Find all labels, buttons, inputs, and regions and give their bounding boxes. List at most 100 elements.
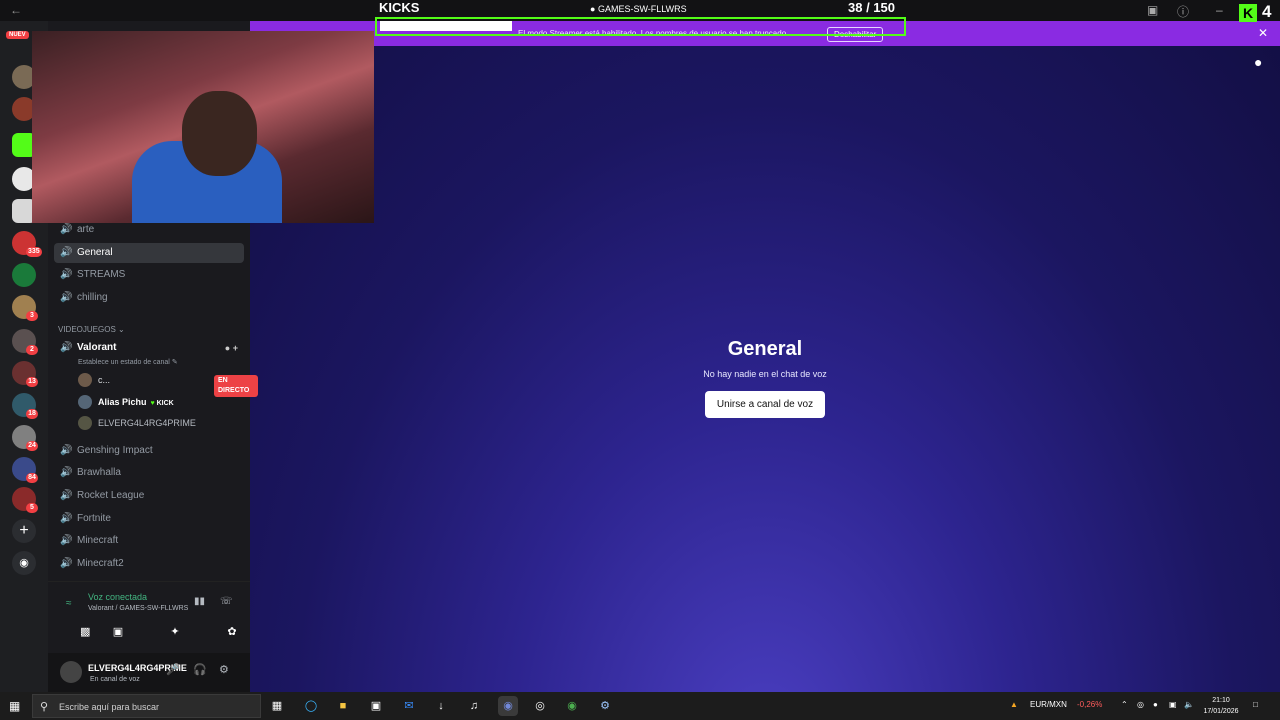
minimize-icon[interactable]: – bbox=[1216, 3, 1223, 17]
kicks-channel-label: GAMES-SW-FLLWRS bbox=[597, 4, 687, 14]
headphones-icon[interactable]: 🎧 bbox=[193, 663, 207, 676]
chat-bubble-icon[interactable]: ● bbox=[1254, 54, 1270, 70]
file-explorer-icon[interactable]: ■ bbox=[333, 696, 353, 716]
voice-channel-item[interactable]: 🔊 Rocket League bbox=[54, 486, 244, 506]
channel-name: Genshing Impact bbox=[77, 445, 153, 456]
avatar[interactable] bbox=[60, 661, 82, 683]
voice-user[interactable]: Alias Pichu ♥ KICK bbox=[78, 393, 174, 411]
task-view-icon[interactable]: ▦ bbox=[267, 696, 287, 716]
microphone-icon[interactable]: 🎤 bbox=[166, 663, 180, 676]
channel-name: STREAMS bbox=[77, 269, 126, 280]
voice-channel-title: General bbox=[727, 338, 803, 360]
soundboard-icon: ✿ bbox=[227, 626, 237, 638]
noise-suppression-icon[interactable]: ▮▮ bbox=[194, 596, 205, 607]
speaker-icon: 🔊 bbox=[60, 558, 73, 569]
screen-share-button[interactable]: ▣ bbox=[96, 620, 140, 644]
channel-status-text: Establece un estado de canal bbox=[78, 359, 170, 366]
avatar bbox=[78, 395, 92, 409]
voice-connected-panel: ≈ Voz conectada Valorant / GAMES-SW-FLLW… bbox=[48, 581, 250, 653]
voice-channel-item[interactable]: 🔊 Minecraft2 bbox=[54, 554, 244, 574]
edge-icon[interactable]: ◯ bbox=[301, 696, 321, 716]
speaker-icon: 🔊 bbox=[60, 247, 73, 258]
activities-button[interactable]: ✦ bbox=[153, 620, 197, 644]
webcam-person-head bbox=[182, 91, 257, 176]
signal-icon[interactable]: ≈ bbox=[66, 598, 72, 609]
back-arrow-icon[interactable]: ← bbox=[10, 3, 22, 17]
heart-icon: ♥ bbox=[150, 400, 155, 407]
voice-user[interactable]: ELVERG4L4RG4PRIME bbox=[78, 414, 196, 432]
chevron-up-icon[interactable]: ⌃ bbox=[1121, 700, 1128, 709]
join-voice-button[interactable]: Unirse a canal de voz bbox=[704, 391, 826, 418]
clock-time: 21:10 bbox=[1212, 697, 1230, 704]
inbox-icon[interactable]: ▣ bbox=[1147, 3, 1158, 17]
currency-change: -0,26% bbox=[1077, 700, 1103, 709]
chrome-icon[interactable]: ◉ bbox=[562, 696, 582, 716]
kick-tag-label: KICK bbox=[156, 400, 174, 407]
speaker-icon: 🔊 bbox=[60, 342, 73, 353]
voice-channel-item[interactable]: 🔊 Minecraft bbox=[54, 531, 244, 551]
help-icon[interactable]: ⓘ bbox=[1177, 3, 1189, 20]
voice-connected-subtitle[interactable]: Valorant / GAMES-SW-FLLWRS bbox=[88, 605, 188, 612]
speaker-icon: 🔊 bbox=[60, 467, 73, 478]
channel-name: chilling bbox=[77, 292, 108, 303]
windows-taskbar: ▦ ⚲ Escribe aquí para buscar ▦ ◯ ■ ▣ ✉ ↓… bbox=[0, 692, 1280, 720]
tiktok-icon[interactable]: ♫ bbox=[464, 696, 484, 716]
voice-channel-item[interactable]: 🔊 Valorant ● + bbox=[54, 338, 244, 358]
user-name: c... bbox=[98, 375, 111, 385]
add-server-icon[interactable]: + bbox=[12, 519, 36, 543]
downloader-icon[interactable]: ↓ bbox=[431, 696, 451, 716]
category-header[interactable]: VIDEOJUEGOS ⌄ bbox=[58, 325, 125, 334]
speaker-icon: 🔊 bbox=[60, 513, 73, 524]
voice-user[interactable]: c... EN DIRECTO bbox=[78, 371, 258, 397]
gear-icon[interactable]: ⚙ bbox=[219, 663, 229, 676]
mention-badge: 3 bbox=[26, 311, 38, 321]
mention-badge: 2 bbox=[26, 345, 38, 355]
voice-channel-item[interactable]: 🔊 General bbox=[54, 243, 244, 263]
mention-badge: 5 bbox=[26, 503, 38, 513]
user-name: Alias Pichu bbox=[98, 397, 147, 407]
live-badge: EN DIRECTO bbox=[214, 375, 258, 397]
disconnect-icon[interactable]: ☏ bbox=[220, 596, 233, 607]
channel-name: Valorant bbox=[77, 342, 117, 353]
kick-logo: K bbox=[1239, 4, 1257, 22]
kick-tag: ♥ KICK bbox=[151, 400, 174, 407]
steam-icon[interactable]: ⚙ bbox=[595, 696, 615, 716]
voice-channel-item[interactable]: 🔊 arte bbox=[54, 220, 244, 240]
taskbar-search[interactable]: ⚲ Escribe aquí para buscar bbox=[32, 694, 261, 718]
voice-channel-item[interactable]: 🔊 chilling bbox=[54, 288, 244, 308]
network-icon[interactable]: ▣ bbox=[1169, 700, 1177, 709]
avatar bbox=[78, 416, 92, 430]
voice-channel-item[interactable]: 🔊 Brawhalla bbox=[54, 463, 244, 483]
voice-channel-view: ● General No hay nadie en el chat de voz… bbox=[250, 46, 1280, 692]
system-clock[interactable]: 21:10 17/01/2026 bbox=[1200, 695, 1242, 717]
kick-number: 4 bbox=[1262, 2, 1272, 21]
camera-off-icon: ▩ bbox=[80, 626, 91, 638]
camera-off-button[interactable]: ▩ bbox=[18, 620, 90, 644]
avatar bbox=[78, 373, 92, 387]
obs-icon[interactable]: ◎ bbox=[530, 696, 550, 716]
server-icon[interactable] bbox=[12, 263, 36, 287]
volume-icon[interactable]: 🔈 bbox=[1184, 700, 1194, 709]
voice-channel-item[interactable]: 🔊 Genshing Impact bbox=[54, 441, 244, 461]
tray-mic-icon[interactable]: ● bbox=[1153, 700, 1158, 709]
kicks-title: KICKS bbox=[379, 0, 420, 15]
discord-icon[interactable]: ◉ bbox=[498, 696, 518, 716]
currency-pair[interactable]: EUR/MXN bbox=[1030, 700, 1067, 709]
mail-icon[interactable]: ✉ bbox=[399, 696, 419, 716]
speaker-icon: 🔊 bbox=[60, 445, 73, 456]
soundboard-button[interactable]: ✿ bbox=[210, 620, 254, 644]
discord-window: ● General No hay nadie en el chat de voz… bbox=[0, 0, 1280, 720]
voice-channel-item[interactable]: 🔊 Fortnite bbox=[54, 509, 244, 529]
channel-status[interactable]: Establece un estado de canal ✎ bbox=[78, 358, 178, 366]
speaker-icon: 🔊 bbox=[60, 535, 73, 546]
close-icon[interactable]: ✕ bbox=[1258, 26, 1268, 40]
chevron-down-icon: ⌄ bbox=[118, 325, 125, 334]
notifications-icon[interactable]: □ bbox=[1253, 700, 1258, 709]
tray-app-icon[interactable]: ◎ bbox=[1137, 700, 1144, 709]
windows-start-icon[interactable]: ▦ bbox=[9, 699, 20, 713]
store-icon[interactable]: ▣ bbox=[366, 696, 386, 716]
voice-channel-item[interactable]: 🔊 STREAMS bbox=[54, 265, 244, 285]
search-icon: ⚲ bbox=[40, 701, 49, 713]
discover-icon[interactable]: ◉ bbox=[12, 551, 36, 575]
invite-icon[interactable]: ● + bbox=[225, 338, 238, 358]
